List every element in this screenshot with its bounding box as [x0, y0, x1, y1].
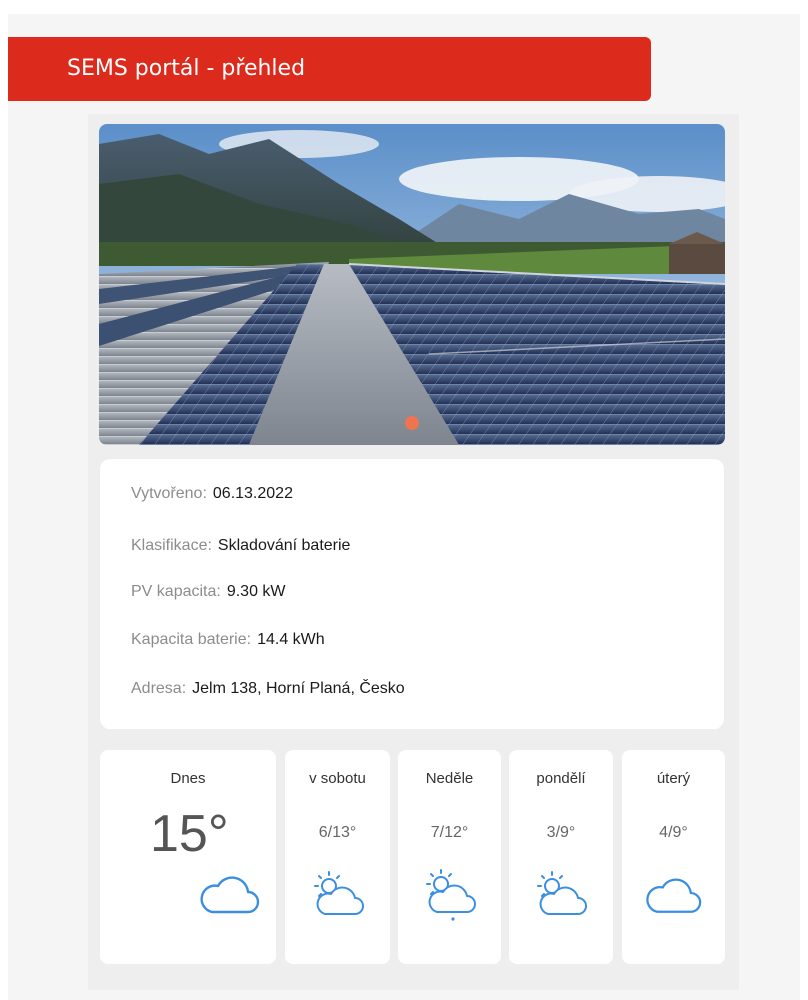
weather-forecast-card-tuesday: úterý 4/9°	[622, 750, 725, 964]
created-value: 06.13.2022	[212, 485, 293, 502]
weather-forecast-card-sunday: Neděle 7/12°	[398, 750, 501, 964]
created-label: Vytvořeno:	[131, 485, 207, 502]
partly-cloudy-rain-icon	[426, 869, 476, 921]
solar-panels-photo	[99, 124, 725, 445]
weather-day-label: v sobotu	[309, 770, 366, 787]
battery-capacity-value: 14.4 kWh	[257, 631, 325, 648]
weather-day-label: pondělí	[536, 770, 586, 787]
weather-current-temp: 15°	[150, 805, 229, 863]
pv-capacity-value: 9.30 kW	[226, 583, 286, 600]
address-label: Adresa:	[131, 680, 187, 697]
weather-temp-range: 4/9°	[659, 824, 688, 841]
weather-day-label: Neděle	[425, 770, 474, 787]
carousel-indicator-dot[interactable]	[405, 416, 419, 430]
weather-forecast-card-monday: pondělí 3/9°	[509, 750, 613, 964]
plant-photo-carousel[interactable]	[99, 124, 725, 445]
weather-temp-range: 3/9°	[546, 824, 576, 841]
info-row-battery-capacity: Kapacita baterie: 14.4 kWh	[131, 631, 325, 649]
info-row-pv-capacity: PV kapacita: 9.30 kW	[131, 583, 286, 601]
partly-cloudy-icon	[537, 871, 587, 915]
weather-temp-range: 7/12°	[430, 824, 469, 841]
partly-cloudy-icon	[314, 871, 364, 915]
info-row-classification: Klasifikace: Skladování baterie	[131, 537, 350, 555]
page-title: SEMS portál - přehled	[8, 37, 651, 101]
cloud-icon	[200, 876, 260, 914]
info-row-created: Vytvořeno: 06.13.2022	[131, 485, 293, 503]
battery-capacity-label: Kapacita baterie:	[131, 631, 252, 648]
plant-info-card: Vytvořeno: 06.13.2022 Klasifikace: Skladov…	[100, 459, 724, 729]
address-value: Jelm 138, Horní Planá, Česko	[192, 680, 405, 697]
weather-today-card: Dnes 15°	[100, 750, 276, 964]
weather-temp-range: 6/13°	[318, 824, 357, 841]
pv-capacity-label: PV kapacita:	[131, 583, 221, 600]
weather-forecast-card-saturday: v sobotu 6/13°	[285, 750, 390, 964]
info-row-address: Adresa: Jelm 138, Horní Planá, Česko	[131, 680, 405, 698]
classification-label: Klasifikace:	[131, 537, 212, 554]
weather-day-label: Dnes	[170, 770, 206, 787]
weather-day-label: úterý	[656, 770, 691, 787]
cloud-icon	[646, 878, 702, 913]
classification-value: Skladování baterie	[217, 537, 351, 554]
